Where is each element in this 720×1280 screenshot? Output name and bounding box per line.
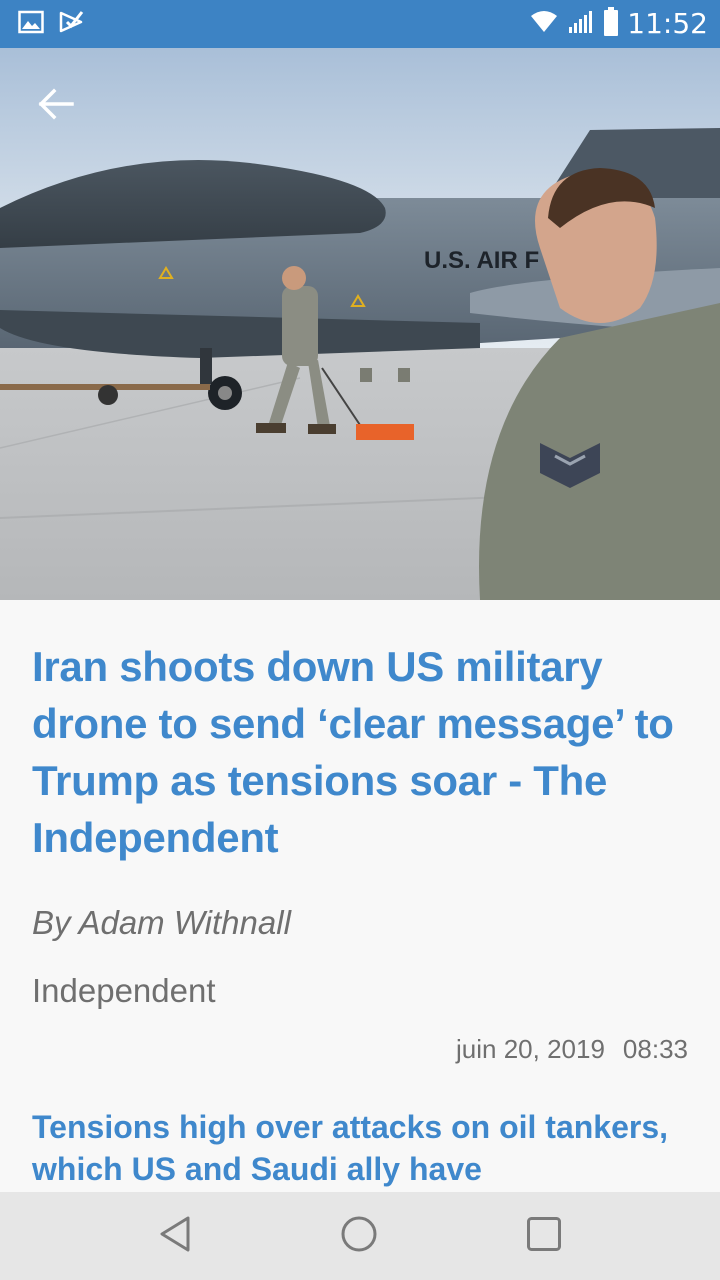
article-byline: By Adam Withnall	[32, 904, 291, 941]
signal-icon	[567, 9, 595, 40]
check-mail-icon	[58, 10, 84, 39]
battery-icon	[603, 6, 619, 42]
arrow-left-icon	[38, 88, 74, 125]
status-time: 11:52	[627, 7, 708, 40]
article-subheadline: Tensions high over attacks on oil tanker…	[32, 1109, 669, 1187]
status-bar: 11:52	[0, 0, 720, 48]
wifi-icon	[529, 10, 559, 39]
hero-image: U.S. AIR F	[0, 48, 720, 600]
fuselage-text: U.S. AIR F	[424, 247, 539, 274]
nav-recents-button[interactable]	[518, 1212, 570, 1260]
article-date: juin 20, 2019	[456, 1034, 605, 1064]
back-button[interactable]	[30, 80, 82, 132]
article-headline: Iran shoots down US military drone to se…	[32, 643, 674, 861]
navigation-bar	[0, 1192, 720, 1280]
article-source: Independent	[32, 972, 216, 1009]
nav-home-button[interactable]	[333, 1212, 385, 1260]
article-time: 08:33	[622, 1034, 688, 1064]
home-circle-icon	[340, 1215, 378, 1258]
nav-back-button[interactable]	[149, 1212, 201, 1260]
gallery-icon	[18, 10, 44, 39]
drone-photo: U.S. AIR F	[0, 48, 720, 600]
article: Iran shoots down US military drone to se…	[0, 600, 720, 1192]
recents-square-icon	[526, 1216, 562, 1257]
back-triangle-icon	[158, 1215, 192, 1258]
article-datetime: juin 20, 2019 08:33	[456, 1034, 688, 1065]
